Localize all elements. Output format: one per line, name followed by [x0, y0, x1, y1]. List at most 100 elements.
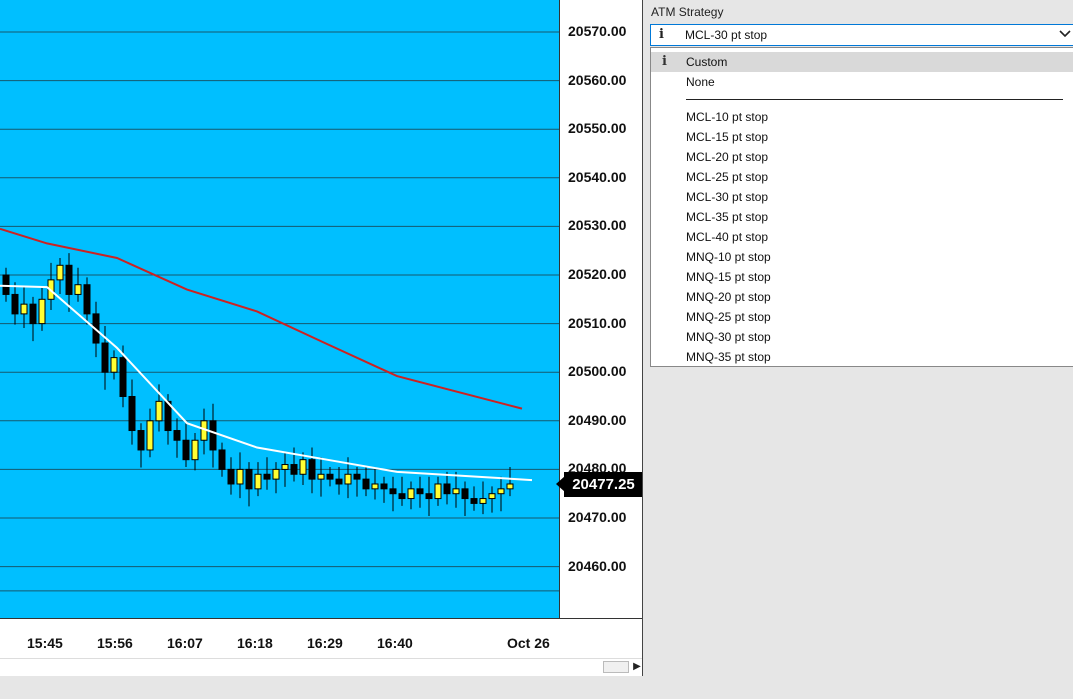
price-tick-label: 20560.00 — [568, 71, 627, 88]
option-none[interactable]: None — [651, 72, 1073, 92]
option-mnq-10[interactable]: MNQ-10 pt stop — [651, 247, 1073, 267]
candles — [2, 253, 514, 517]
option-mnq-30[interactable]: MNQ-30 pt stop — [651, 327, 1073, 347]
price-tick-label: 20520.00 — [568, 266, 627, 282]
candle-body — [272, 468, 280, 480]
candle-body — [56, 264, 64, 281]
price-tick-label: 20470.00 — [568, 509, 627, 525]
option-mnq-25[interactable]: MNQ-25 pt stop — [651, 307, 1073, 327]
candle-body — [38, 298, 46, 325]
candle-body — [407, 488, 415, 500]
candle-body — [155, 400, 163, 422]
candle-body — [191, 439, 199, 461]
price-tick-label: 20500.00 — [568, 363, 627, 380]
candle-body — [326, 473, 334, 480]
atm-strategy-selected-value: MCL-30 pt stop — [685, 28, 768, 42]
candle-body — [452, 488, 460, 495]
candle-body — [317, 473, 325, 480]
candle-body — [110, 357, 118, 373]
candle-body — [218, 449, 226, 470]
candle-body — [380, 483, 388, 490]
candle-body — [245, 468, 253, 490]
option-mcl-15[interactable]: MCL-15 pt stop — [651, 127, 1073, 147]
time-tick-label: 16:29 — [307, 635, 343, 651]
scrollbar-thumb[interactable] — [603, 661, 629, 673]
candle-body — [119, 357, 127, 397]
price-tick-label: 20530.00 — [568, 217, 627, 234]
candle-body — [290, 464, 298, 475]
candle-body — [362, 478, 370, 490]
current-price-marker: 20477.25 — [556, 472, 643, 497]
candle-body — [416, 488, 424, 495]
atm-strategy-label: ATM Strategy — [651, 5, 724, 19]
price-tick-label: 20540.00 — [568, 168, 627, 185]
candle-body — [497, 488, 505, 495]
option-custom[interactable]: i Custom — [651, 52, 1073, 72]
slow-ma-line — [0, 227, 523, 410]
candle-body — [128, 396, 136, 432]
option-mcl-40[interactable]: MCL-40 pt stop — [651, 227, 1073, 247]
chevron-down-icon[interactable] — [1059, 28, 1071, 43]
candle-body — [227, 468, 235, 485]
atm-strategy-select[interactable]: i MCL-30 pt stop — [650, 24, 1073, 46]
candle-body — [308, 459, 316, 480]
candle-body — [461, 488, 469, 500]
candle-body — [434, 483, 442, 500]
option-mcl-30[interactable]: MCL-30 pt stop — [651, 187, 1073, 207]
chart-border — [642, 0, 643, 676]
price-tick-label: 20510.00 — [568, 314, 627, 331]
candle-body — [389, 488, 397, 495]
candle-body — [83, 284, 91, 315]
option-mcl-10[interactable]: MCL-10 pt stop — [651, 107, 1073, 127]
price-axis[interactable]: 20570.00 20560.00 20550.00 20540.00 20530.00… — [559, 0, 643, 618]
option-mcl-35[interactable]: MCL-35 pt stop — [651, 207, 1073, 227]
time-tick-label: 15:56 — [97, 635, 133, 651]
candle-body — [398, 493, 406, 500]
time-tick-label: 16:07 — [167, 635, 203, 651]
candle-body — [506, 483, 514, 490]
candle-body — [29, 303, 37, 325]
option-mnq-15[interactable]: MNQ-15 pt stop — [651, 267, 1073, 287]
info-icon: i — [662, 54, 667, 69]
option-mnq-35[interactable]: MNQ-35 pt stop — [651, 347, 1073, 367]
plot-area[interactable] — [0, 0, 559, 618]
horizontal-scrollbar[interactable]: ▶ — [0, 658, 643, 676]
candle-body — [74, 284, 82, 295]
candle-body — [353, 473, 361, 480]
candle-body — [479, 498, 487, 504]
candle-body — [182, 439, 190, 461]
candle-body — [254, 473, 262, 490]
chart-panel[interactable]: 20570.00 20560.00 20550.00 20540.00 20530.00… — [0, 0, 643, 676]
option-mnq-20[interactable]: MNQ-20 pt stop — [651, 287, 1073, 307]
price-tick-label: 20460.00 — [568, 557, 627, 574]
candle-body — [488, 493, 496, 500]
candle-body — [443, 483, 451, 495]
candle-body — [425, 493, 433, 500]
candle-body — [11, 293, 19, 315]
candle-body — [2, 274, 10, 295]
candle-body — [173, 430, 181, 441]
candle-body — [209, 420, 217, 451]
candle-body — [20, 303, 28, 315]
option-mcl-25[interactable]: MCL-25 pt stop — [651, 167, 1073, 187]
dropdown-separator — [686, 99, 1063, 100]
time-tick-label: 15:45 — [27, 635, 63, 651]
current-price-label: 20477.25 — [564, 472, 643, 497]
time-tick-label: 16:18 — [237, 635, 273, 651]
atm-strategy-dropdown-list[interactable]: i Custom None MCL-10 pt stop MCL-15 pt s… — [650, 47, 1073, 367]
price-tick-label: 20570.00 — [568, 23, 627, 39]
candle-body — [371, 483, 379, 490]
time-tick-label: 16:40 — [377, 635, 413, 651]
time-tick-label: Oct 26 — [507, 635, 550, 651]
option-mcl-20[interactable]: MCL-20 pt stop — [651, 147, 1073, 167]
candle-body — [65, 264, 73, 295]
candle-body — [344, 473, 352, 485]
candle-body — [236, 468, 244, 485]
candle-body — [263, 473, 271, 480]
candle-body — [470, 498, 478, 504]
candle-body — [137, 430, 145, 451]
candle-body — [146, 420, 154, 451]
info-icon: i — [659, 27, 664, 42]
time-axis[interactable]: 15:45 15:56 16:07 16:18 16:29 16:40 Oct 26 — [0, 618, 643, 658]
candle-body — [101, 342, 109, 373]
